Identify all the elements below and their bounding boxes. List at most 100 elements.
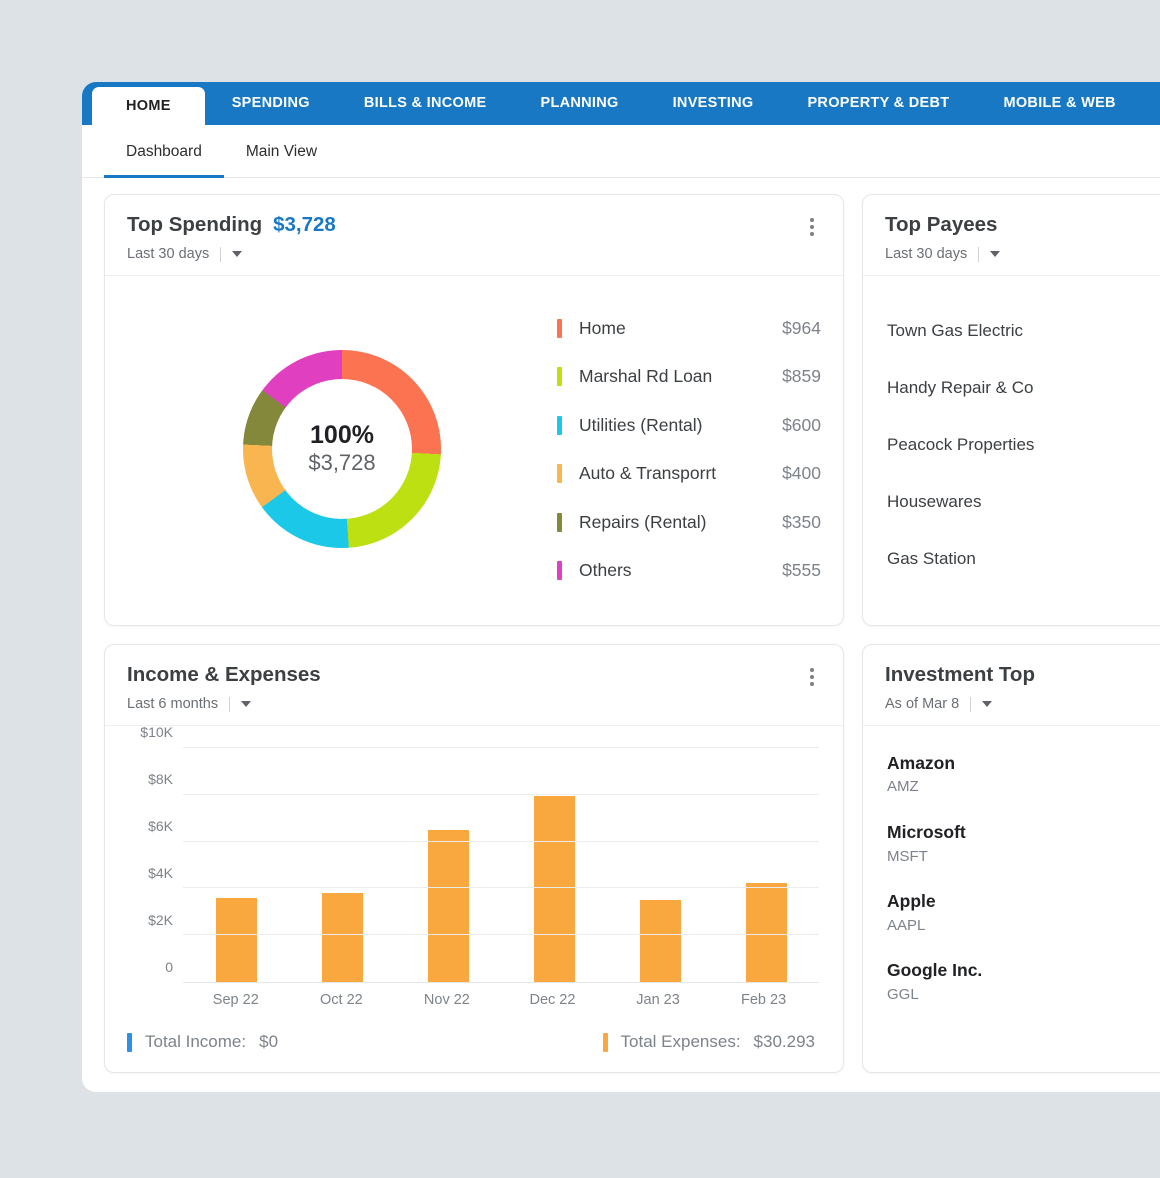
income-expenses-footer: Total Income: $0 Total Expenses: $30.293 <box>105 1014 843 1072</box>
x-axis-tick-label: Dec 22 <box>500 992 606 1008</box>
top-spending-kebab-menu-icon[interactable] <box>801 215 823 239</box>
dashboard-row-top: Top Spending $3,728 Last 30 days <box>104 194 1160 626</box>
legend-item-value: $859 <box>782 366 821 387</box>
x-axis-tick-label: Oct 22 <box>289 992 395 1008</box>
y-axis-tick-label: $4K <box>148 865 173 881</box>
top-payees-card: Top Payees Last 30 days Town Gas Electri… <box>862 194 1160 626</box>
legend-item[interactable]: Utilities (Rental) $600 <box>557 401 821 450</box>
list-item[interactable]: Town Gas Electric <box>863 302 1160 359</box>
dashboard-content: Top Spending $3,728 Last 30 days <box>82 178 1160 1092</box>
legend-item-value: $400 <box>782 463 821 484</box>
bar[interactable] <box>322 893 363 982</box>
legend-item[interactable]: Others $555 <box>557 547 821 596</box>
legend-item-value: $350 <box>782 512 821 533</box>
legend-item-value: $555 <box>782 560 821 581</box>
bar[interactable] <box>428 830 469 982</box>
x-axis-tick-label: Nov 22 <box>394 992 500 1008</box>
bar[interactable] <box>640 900 681 982</box>
divider <box>970 697 971 712</box>
top-spending-body: 100% $3,728 Home $964 <box>105 276 843 625</box>
subnav-tab-dashboard[interactable]: Dashboard <box>104 125 224 178</box>
legend-color-swatch <box>557 513 562 532</box>
donut-center: 100% $3,728 <box>272 379 412 519</box>
list-item[interactable]: Handy Repair & Co <box>863 359 1160 416</box>
top-spending-period-label[interactable]: Last 30 days <box>127 246 209 262</box>
investment-name: Amazon <box>887 751 1147 776</box>
bar[interactable] <box>534 796 575 982</box>
list-item[interactable]: Google Inc. GGL <box>863 947 1160 1016</box>
bar-column <box>713 748 819 982</box>
investment-top-period-label[interactable]: As of Mar 8 <box>885 696 959 712</box>
list-item[interactable]: Peacock Properties <box>863 416 1160 473</box>
gridline <box>183 841 819 842</box>
bar[interactable] <box>216 898 257 982</box>
investment-ticker: AAPL <box>887 915 1147 937</box>
legend-color-swatch <box>557 464 562 483</box>
legend-item-label: Marshal Rd Loan <box>579 366 782 387</box>
legend-item[interactable]: Auto & Transporrt $400 <box>557 450 821 499</box>
divider <box>978 247 979 262</box>
list-item[interactable]: Apple AAPL <box>863 878 1160 947</box>
total-income-label: Total Income: <box>145 1032 246 1052</box>
legend-item[interactable]: Repairs (Rental) $350 <box>557 498 821 547</box>
gridline <box>183 794 819 795</box>
bar-column <box>395 748 501 982</box>
list-item[interactable]: Gas Station <box>863 530 1160 587</box>
bar-column <box>501 748 607 982</box>
donut-center-value: $3,728 <box>308 450 375 476</box>
bar[interactable] <box>746 883 787 982</box>
spending-legend: Home $964 Marshal Rd Loan $859 Utilities… <box>557 302 821 595</box>
gridline <box>183 934 819 935</box>
legend-item[interactable]: Marshal Rd Loan $859 <box>557 353 821 402</box>
chevron-down-icon[interactable] <box>232 251 242 257</box>
expenses-color-swatch <box>603 1033 608 1052</box>
income-expenses-kebab-menu-icon[interactable] <box>801 665 823 689</box>
top-spending-header: Top Spending $3,728 Last 30 days <box>105 195 843 276</box>
legend-item-value: $600 <box>782 415 821 436</box>
investment-top-title: Investment Top <box>885 663 1035 687</box>
chevron-down-icon[interactable] <box>990 251 1000 257</box>
nav-tab-property-and-debt[interactable]: PROPERTY & DEBT <box>780 82 976 125</box>
legend-color-swatch <box>557 319 562 338</box>
legend-item-label: Utilities (Rental) <box>579 415 782 436</box>
list-item[interactable]: Housewares <box>863 473 1160 530</box>
legend-item-label: Auto & Transporrt <box>579 463 782 484</box>
main-navigation-bar: HOME SPENDING BILLS & INCOME PLANNING IN… <box>82 82 1160 125</box>
top-payees-period-label[interactable]: Last 30 days <box>885 246 967 262</box>
income-expenses-chart: 0$2K$4K$6K$8K$10K Sep 22Oct 22Nov 22Dec … <box>105 726 843 1014</box>
legend-item[interactable]: Home $964 <box>557 304 821 353</box>
chevron-down-icon[interactable] <box>982 701 992 707</box>
investment-name: Apple <box>887 889 1147 914</box>
y-axis: 0$2K$4K$6K$8K$10K <box>125 748 183 983</box>
nav-tab-planning[interactable]: PLANNING <box>513 82 645 125</box>
chevron-down-icon[interactable] <box>241 701 251 707</box>
total-income-legend[interactable]: Total Income: $0 <box>127 1032 278 1052</box>
income-expenses-title: Income & Expenses <box>127 663 321 687</box>
total-income-value: $0 <box>259 1032 278 1052</box>
investment-top-list: Amazon AMZ Microsoft MSFT Apple AAPL Goo… <box>863 726 1160 1039</box>
x-axis-tick-label: Jan 23 <box>605 992 711 1008</box>
legend-item-label: Others <box>579 560 782 581</box>
top-spending-card: Top Spending $3,728 Last 30 days <box>104 194 844 626</box>
nav-tab-spending[interactable]: SPENDING <box>205 82 337 125</box>
top-spending-title: Top Spending <box>127 213 262 237</box>
y-axis-tick-label: $6K <box>148 818 173 834</box>
nav-tab-investing[interactable]: INVESTING <box>646 82 781 125</box>
total-expenses-value: $30.293 <box>754 1032 815 1052</box>
app-window: HOME SPENDING BILLS & INCOME PLANNING IN… <box>82 82 1160 1092</box>
bar-column <box>289 748 395 982</box>
list-item[interactable]: Amazon AMZ <box>863 740 1160 809</box>
top-payees-title: Top Payees <box>885 213 997 237</box>
nav-tab-bills-and-income[interactable]: BILLS & INCOME <box>337 82 514 125</box>
nav-tab-home[interactable]: HOME <box>92 87 205 125</box>
list-item[interactable]: Microsoft MSFT <box>863 809 1160 878</box>
top-payees-list: Town Gas Electric Handy Repair & Co Peac… <box>863 276 1160 609</box>
income-expenses-period-label[interactable]: Last 6 months <box>127 696 218 712</box>
legend-color-swatch <box>557 416 562 435</box>
subnav-tab-main-view[interactable]: Main View <box>224 125 339 178</box>
nav-tab-mobile-and-web[interactable]: MOBILE & WEB <box>976 82 1142 125</box>
total-expenses-legend[interactable]: Total Expenses: $30.293 <box>603 1032 815 1052</box>
y-axis-tick-label: $10K <box>140 724 173 740</box>
spending-donut-chart[interactable]: 100% $3,728 <box>243 350 441 548</box>
x-axis-tick-label: Sep 22 <box>183 992 289 1008</box>
